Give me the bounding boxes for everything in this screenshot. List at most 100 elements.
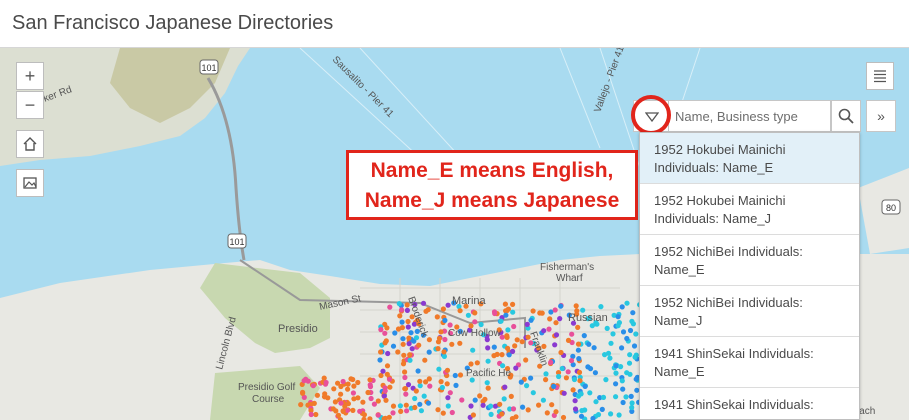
hwy-80-label: 80 (886, 203, 896, 213)
search-input[interactable] (669, 100, 831, 132)
directory-dot (401, 352, 407, 358)
directory-dot (405, 382, 412, 388)
directory-dot (396, 301, 402, 307)
directory-dot (386, 376, 393, 382)
directory-dot (447, 390, 453, 396)
directory-dot (558, 349, 564, 356)
directory-dot (592, 370, 599, 376)
directory-dot (572, 398, 578, 404)
directory-dot (425, 307, 431, 313)
directory-dot (468, 403, 474, 409)
directory-dot (445, 403, 451, 409)
directory-dot (311, 400, 317, 406)
directory-dot (560, 414, 567, 420)
directory-dot (377, 357, 383, 363)
directory-dot (480, 402, 486, 408)
directory-dot (559, 365, 565, 372)
directory-dot (510, 406, 517, 412)
directory-dot (383, 397, 389, 403)
directory-dot (338, 391, 344, 397)
dropdown-option[interactable]: 1952 Hokubei Mainichi Individuals: Name_… (640, 133, 859, 184)
directory-dot (345, 386, 351, 392)
directory-dot (445, 395, 451, 401)
dropdown-option[interactable]: 1941 ShinSekai Individuals: (640, 388, 859, 419)
directory-dot (599, 406, 605, 412)
dropdown-option[interactable]: 1952 Hokubei Mainichi Individuals: Name_… (640, 184, 859, 235)
directory-dot (397, 313, 403, 319)
directory-dot (387, 384, 393, 390)
directory-dot (335, 412, 342, 418)
directory-dot (537, 310, 543, 316)
directory-dot (604, 325, 610, 331)
directory-dot (413, 335, 420, 341)
directory-dot (382, 330, 388, 336)
directory-dot (582, 383, 588, 389)
directory-dot (340, 378, 346, 385)
directory-dot (577, 378, 583, 384)
label-sausalito: Sausalito - Pier 41 (330, 54, 396, 120)
directory-dot (426, 337, 432, 343)
directory-dot (422, 357, 428, 363)
directory-dot (310, 383, 316, 389)
directory-dot (367, 382, 373, 388)
directory-dot (405, 318, 411, 325)
dropdown-option[interactable]: 1941 ShinSekai Individuals: Name_E (640, 337, 859, 388)
directory-dot (498, 318, 504, 324)
directory-dot (575, 347, 582, 353)
directory-dot (491, 353, 497, 359)
zoom-out-button[interactable]: − (16, 91, 44, 119)
directory-dot (468, 361, 474, 367)
directory-dot (581, 333, 587, 339)
directory-dot (578, 391, 584, 397)
directory-dot (523, 357, 529, 363)
directory-dot (556, 373, 562, 380)
directory-dot (449, 341, 455, 347)
directory-dot (397, 403, 403, 409)
directory-dot (386, 414, 392, 420)
basemap-gallery-button[interactable] (16, 169, 44, 197)
directory-dot (608, 411, 614, 417)
directory-dot (497, 401, 503, 407)
directory-dot (382, 340, 388, 346)
directory-dot (444, 367, 451, 373)
layer-list-button[interactable] (866, 62, 894, 90)
zoom-in-button[interactable]: + (16, 62, 44, 90)
dropdown-option[interactable]: 1952 NichiBei Individuals: Name_E (640, 235, 859, 286)
directory-dot (576, 356, 582, 362)
directory-dot (530, 308, 536, 314)
directory-dot (552, 342, 558, 348)
home-button[interactable] (16, 130, 44, 158)
label-fishermans-2: Wharf (556, 273, 583, 284)
directory-dot (447, 322, 453, 328)
directory-dot (587, 390, 593, 396)
directory-dot (624, 300, 630, 306)
directory-dot (499, 352, 505, 358)
directory-dot (485, 385, 491, 391)
directory-dot (348, 376, 354, 382)
hwy-101-label-b: 101 (229, 237, 244, 247)
search-button[interactable] (831, 100, 861, 132)
directory-dot (403, 402, 409, 408)
directory-dot (619, 378, 625, 384)
directory-dot (421, 393, 427, 399)
directory-dot (544, 410, 550, 416)
directory-dot (384, 363, 391, 369)
directory-dot (403, 391, 409, 397)
directory-dot (420, 300, 427, 306)
directory-dot (478, 321, 484, 328)
directory-dot (600, 394, 607, 400)
directory-dot (321, 394, 328, 400)
expand-button[interactable]: » (866, 100, 896, 132)
directory-dot (407, 352, 413, 358)
directory-dot (385, 350, 391, 357)
directory-dot (585, 364, 591, 370)
directory-dot (630, 310, 636, 316)
label-presidio-golf-2: Course (252, 394, 285, 405)
directory-dot (400, 341, 406, 347)
directory-dot (384, 325, 390, 331)
dropdown-option[interactable]: 1952 NichiBei Individuals: Name_J (640, 286, 859, 337)
annotation-circle (631, 95, 671, 135)
directory-dot (615, 314, 621, 320)
directory-dot (380, 368, 386, 374)
directory-dot (613, 381, 619, 387)
